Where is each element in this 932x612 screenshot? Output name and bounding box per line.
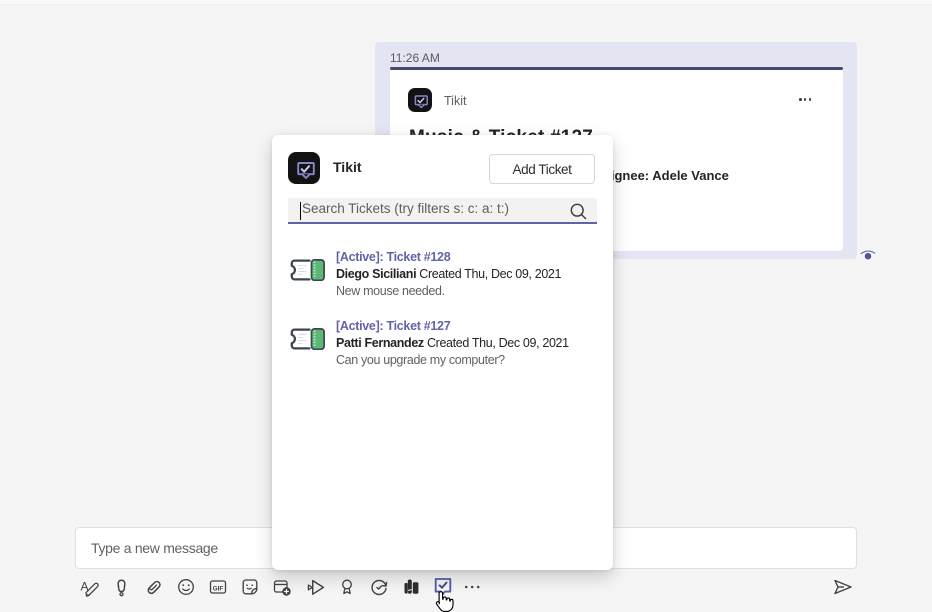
svg-text:GIF: GIF: [213, 585, 224, 592]
